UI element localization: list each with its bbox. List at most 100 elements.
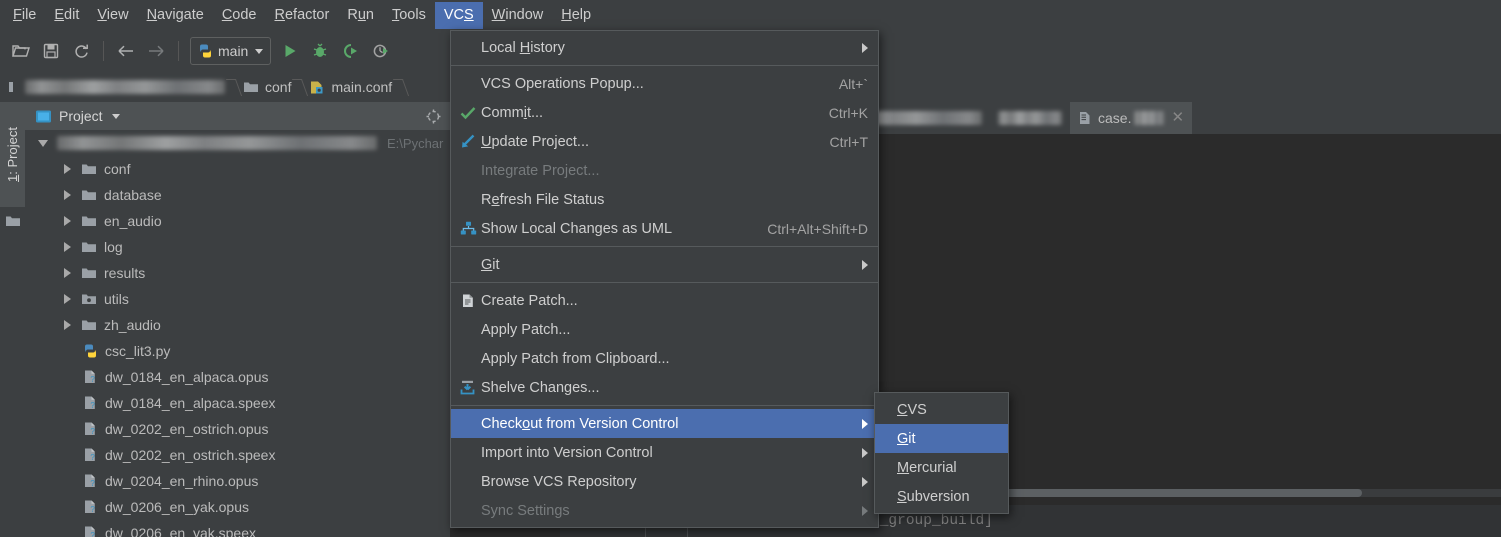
run-with-coverage-icon[interactable] [337,38,363,64]
svg-text:?: ? [90,479,95,488]
menubar-item-file[interactable]: File [4,2,45,29]
menubar-item-window[interactable]: Window [483,2,553,29]
tree-row[interactable]: ?dw_0202_en_ostrich.speex [25,442,450,468]
menu-item-apply-patch[interactable]: Apply Patch... [451,315,878,344]
expand-triangle-icon[interactable] [35,140,51,147]
menu-item-commit[interactable]: Commit...Ctrl+K [451,98,878,127]
menu-item-create-patch[interactable]: Create Patch... [451,286,878,315]
folder-icon [81,318,97,332]
menu-item-browse-vcs-repository[interactable]: Browse VCS Repository [451,467,878,496]
menu-item-local-history[interactable]: Local History [451,33,878,62]
submenu-item-subversion[interactable]: Subversion [875,482,1008,511]
project-tree[interactable]: E:\Pychar conf database en_audiolog results u… [25,130,450,537]
debug-icon[interactable] [307,38,333,64]
tree-row[interactable]: ?dw_0204_en_rhino.opus [25,468,450,494]
tree-row[interactable]: ?dw_0184_en_alpaca.speex [25,390,450,416]
tree-item-label: results [104,265,145,281]
menu-item-shortcut: Ctrl+K [829,105,868,121]
menu-item-shelve-changes[interactable]: Shelve Changes... [451,373,878,402]
save-all-icon[interactable] [38,38,64,64]
expand-triangle-icon[interactable] [59,294,75,304]
project-root-blurred [57,136,377,150]
chevron-right-icon [862,260,868,270]
tree-row[interactable]: conf [25,156,450,182]
menubar-item-help[interactable]: Help [552,2,600,29]
unknown-file-icon: ? [83,395,98,411]
tree-row[interactable]: database [25,182,450,208]
menubar-item-tools[interactable]: Tools [383,2,435,29]
tree-row[interactable]: ?dw_0206_en_yak.opus [25,494,450,520]
breadcrumb-item-root[interactable] [8,77,225,97]
tree-item-label: database [104,187,162,203]
expand-triangle-icon[interactable] [59,242,75,252]
sidebar-item-project-label: 1: Project [5,127,20,182]
menu-item-update-project[interactable]: Update Project...Ctrl+T [451,127,878,156]
checkout-from-version-control-submenu[interactable]: CVSGitMercurialSubversion [874,392,1009,514]
menu-item-vcs-operations-popup[interactable]: VCS Operations Popup...Alt+` [451,69,878,98]
tree-row[interactable]: csc_lit3.py [25,338,450,364]
submenu-item-cvs[interactable]: CVS [875,395,1008,424]
tree-row[interactable]: results [25,260,450,286]
tree-row[interactable]: ?dw_0184_en_alpaca.opus [25,364,450,390]
menubar-item-refactor[interactable]: Refactor [266,2,339,29]
expand-triangle-icon[interactable] [59,320,75,330]
project-root-path-hint: E:\Pychar [387,136,443,151]
profile-icon[interactable] [367,38,393,64]
tree-item-label: dw_0206_en_yak.speex [105,525,256,537]
menu-item-sync-settings: Sync Settings [451,496,878,525]
menu-item-label: Update Project... [481,134,814,150]
tree-row[interactable]: en_audio [25,208,450,234]
menu-item-import-into-version-control[interactable]: Import into Version Control [451,438,878,467]
sync-icon[interactable] [68,38,94,64]
menubar-item-edit[interactable]: Edit [45,2,88,29]
menubar-item-vcs[interactable]: VCS [435,2,483,29]
menu-item-git[interactable]: Git [451,250,878,279]
tree-item-label: en_audio [104,213,162,229]
locate-target-icon[interactable] [425,108,442,125]
sidebar-item-project[interactable]: 1: Project [0,102,25,207]
tree-row[interactable]: ?dw_0202_en_ostrich.opus [25,416,450,442]
run-icon[interactable] [277,38,303,64]
forward-arrow-icon[interactable] [143,38,169,64]
close-icon[interactable]: ✕ [1171,112,1184,124]
back-arrow-icon[interactable] [113,38,139,64]
breadcrumb-item-mainconf[interactable]: main.conf [309,77,392,97]
tree-row[interactable]: ?dw_0206_en_yak.speex [25,520,450,537]
toolbar-separator-2 [178,41,179,61]
menu-item-refresh-file-status[interactable]: Refresh File Status [451,185,878,214]
menu-item-apply-patch-from-clipboard[interactable]: Apply Patch from Clipboard... [451,344,878,373]
expand-triangle-icon[interactable] [59,216,75,226]
menu-item-checkout-from-version-control[interactable]: Checkout from Version Control [451,409,878,438]
python-file-icon [83,343,98,359]
tree-row-root[interactable]: E:\Pychar [25,130,450,156]
unknown-file-icon: ? [83,473,98,489]
tree-row[interactable]: utils [25,286,450,312]
menu-separator [451,246,878,247]
expand-triangle-icon[interactable] [59,190,75,200]
tree-row[interactable]: log [25,234,450,260]
expand-triangle-icon[interactable] [59,268,75,278]
folder-icon[interactable] [5,214,21,228]
python-file-icon [198,43,213,59]
menubar-item-code[interactable]: Code [213,2,266,29]
run-configuration-selector[interactable]: main [190,37,271,65]
menubar-item-view[interactable]: View [88,2,137,29]
menubar-item-navigate[interactable]: Navigate [138,2,213,29]
chevron-down-icon[interactable] [255,49,263,54]
submenu-item-mercurial[interactable]: Mercurial [875,453,1008,482]
editor-tab-case[interactable]: case. ✕ [1070,102,1192,134]
menubar-item-run[interactable]: Run [338,2,383,29]
vcs-dropdown-menu[interactable]: Local History VCS Operations Popup...Alt+… [450,30,879,528]
tree-item-label: conf [104,161,130,177]
breadcrumb-item-conf[interactable]: conf [243,77,291,97]
chevron-down-icon[interactable] [112,114,120,119]
svg-text:?: ? [90,427,95,436]
main-menu-bar: FileEditViewNavigateCodeRefactorRunTools… [0,0,1501,30]
submenu-item-git[interactable]: Git [875,424,1008,453]
config-file-icon [1078,111,1092,125]
editor-tab-blurred-5[interactable] [990,102,1070,134]
menu-item-show-local-changes-as-uml[interactable]: Show Local Changes as UMLCtrl+Alt+Shift+… [451,214,878,243]
tree-row[interactable]: zh_audio [25,312,450,338]
open-folder-icon[interactable] [8,38,34,64]
expand-triangle-icon[interactable] [59,164,75,174]
